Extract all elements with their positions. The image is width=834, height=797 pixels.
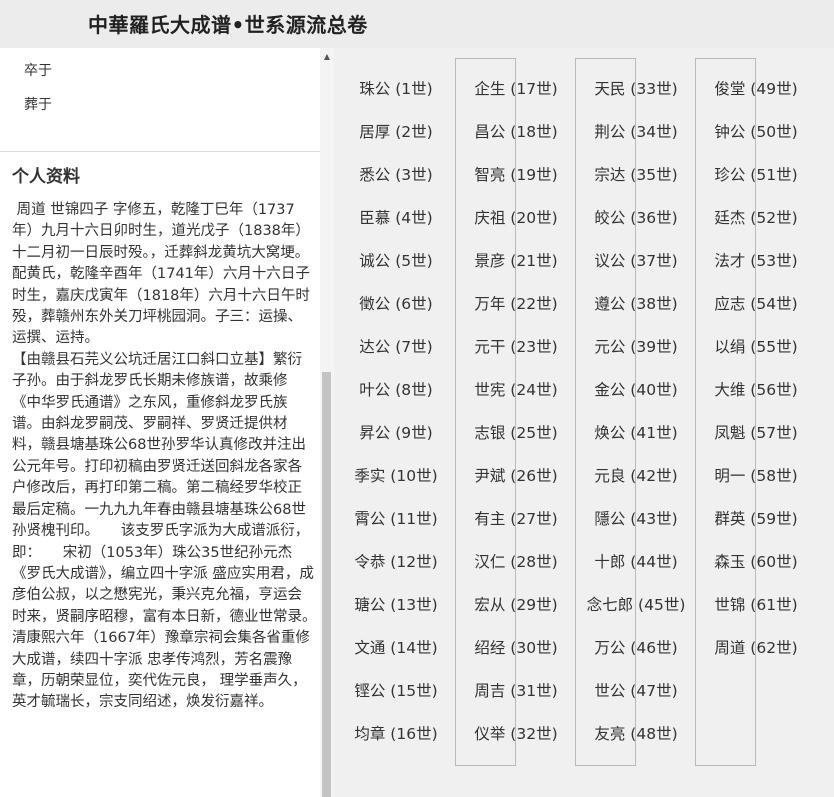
generation-link[interactable]: 世公 (47世): [576, 670, 696, 713]
generation-link[interactable]: 俊堂 (49世): [696, 68, 816, 111]
generation-link[interactable]: 均章 (16世): [336, 713, 456, 756]
generation-link[interactable]: 法才 (53世): [696, 240, 816, 283]
app-header: 中華羅氏大成谱•世系源流总卷: [0, 0, 834, 48]
generation-link[interactable]: 万公 (46世): [576, 627, 696, 670]
generation-link[interactable]: 诚公 (5世): [336, 240, 456, 283]
generation-link[interactable]: 徵公 (6世): [336, 283, 456, 326]
generation-link[interactable]: 廷杰 (52世): [696, 197, 816, 240]
generation-column: 俊堂 (49世) 钟公 (50世) 珍公 (51世) 廷杰 (52世) 法才 (53世)…: [696, 68, 816, 670]
section-divider: [0, 151, 320, 152]
generation-link[interactable]: 议公 (37世): [576, 240, 696, 283]
generation-link[interactable]: 铿公 (15世): [336, 670, 456, 713]
generation-link[interactable]: 有主 (27世): [456, 498, 576, 541]
generation-link[interactable]: 瑭公 (13世): [336, 584, 456, 627]
generation-link[interactable]: 荆公 (34世): [576, 111, 696, 154]
generation-link[interactable]: 汉仁 (28世): [456, 541, 576, 584]
generation-link[interactable]: 友亮 (48世): [576, 713, 696, 756]
generation-link[interactable]: 元干 (23世): [456, 326, 576, 369]
generation-link[interactable]: 念七郎 (45世): [576, 584, 696, 627]
generation-link[interactable]: 企生 (17世): [456, 68, 576, 111]
generation-link[interactable]: 金公 (40世): [576, 369, 696, 412]
person-detail-panel: 卒于 葬于 个人资料 周道 世锦四子 字修五，乾隆丁巳年（1737年）九月十六日…: [0, 48, 320, 797]
generation-link[interactable]: 群英 (59世): [696, 498, 816, 541]
generation-column: 天民 (33世) 荆公 (34世) 宗达 (35世) 皎公 (36世) 议公 (37世)…: [576, 68, 696, 756]
generation-column: 珠公 (1世) 居厚 (2世) 悉公 (3世) 臣慕 (4世) 诚公 (5世) 徵公 (6…: [336, 68, 456, 756]
generation-link[interactable]: 昌公 (18世): [456, 111, 576, 154]
generation-lineage-panel: 珠公 (1世) 居厚 (2世) 悉公 (3世) 臣慕 (4世) 诚公 (5世) 徵公 (6…: [334, 48, 834, 797]
scrollbar-thumb[interactable]: [322, 372, 331, 797]
profile-heading: 个人资料: [12, 167, 80, 187]
generation-link[interactable]: 季实 (10世): [336, 455, 456, 498]
generation-link[interactable]: 悉公 (3世): [336, 154, 456, 197]
generation-link[interactable]: 明一 (58世): [696, 455, 816, 498]
generation-link[interactable]: 周吉 (31世): [456, 670, 576, 713]
generation-column: 企生 (17世) 昌公 (18世) 智亮 (19世) 庆祖 (20世) 景彦 (21世)…: [456, 68, 576, 756]
generation-link[interactable]: 令恭 (12世): [336, 541, 456, 584]
generation-link[interactable]: 志银 (25世): [456, 412, 576, 455]
generation-link[interactable]: 天民 (33世): [576, 68, 696, 111]
generation-link[interactable]: 周道 (62世): [696, 627, 816, 670]
generation-link[interactable]: 凤魁 (57世): [696, 412, 816, 455]
generation-link[interactable]: 遵公 (38世): [576, 283, 696, 326]
generation-link[interactable]: 昇公 (9世): [336, 412, 456, 455]
generation-link[interactable]: 智亮 (19世): [456, 154, 576, 197]
death-label: 卒于: [24, 63, 52, 79]
profile-bio-text: 周道 世锦四子 字修五，乾隆丁巳年（1737年）九月十六日卯时生，道光戊子（18…: [12, 202, 314, 711]
generation-link[interactable]: 世宪 (24世): [456, 369, 576, 412]
generation-link[interactable]: 庆祖 (20世): [456, 197, 576, 240]
generation-link[interactable]: 宗达 (35世): [576, 154, 696, 197]
generation-link[interactable]: 焕公 (41世): [576, 412, 696, 455]
generation-link[interactable]: 居厚 (2世): [336, 111, 456, 154]
generation-link[interactable]: 元公 (39世): [576, 326, 696, 369]
burial-label: 葬于: [24, 97, 52, 113]
generation-link[interactable]: 景彦 (21世): [456, 240, 576, 283]
generation-link[interactable]: 皎公 (36世): [576, 197, 696, 240]
generation-link[interactable]: 应志 (54世): [696, 283, 816, 326]
generation-link[interactable]: 宏从 (29世): [456, 584, 576, 627]
generation-link[interactable]: 森玉 (60世): [696, 541, 816, 584]
generation-link[interactable]: 钟公 (50世): [696, 111, 816, 154]
generation-link[interactable]: 十郎 (44世): [576, 541, 696, 584]
page-title: 中華羅氏大成谱•世系源流总卷: [88, 13, 368, 37]
generation-link[interactable]: 绍经 (30世): [456, 627, 576, 670]
generation-link[interactable]: 仪举 (32世): [456, 713, 576, 756]
scroll-up-arrow-icon[interactable]: ▲: [322, 52, 332, 62]
generation-link[interactable]: 大维 (56世): [696, 369, 816, 412]
generation-link[interactable]: 世锦 (61世): [696, 584, 816, 627]
generation-link[interactable]: 珠公 (1世): [336, 68, 456, 111]
generation-link[interactable]: 元良 (42世): [576, 455, 696, 498]
generation-link[interactable]: 隱公 (43世): [576, 498, 696, 541]
generation-link[interactable]: 达公 (7世): [336, 326, 456, 369]
generation-link[interactable]: 臣慕 (4世): [336, 197, 456, 240]
generation-link[interactable]: 叶公 (8世): [336, 369, 456, 412]
generation-link[interactable]: 以绢 (55世): [696, 326, 816, 369]
generation-link[interactable]: 文通 (14世): [336, 627, 456, 670]
generation-link[interactable]: 尹斌 (26世): [456, 455, 576, 498]
generation-link[interactable]: 万年 (22世): [456, 283, 576, 326]
generation-link[interactable]: 霄公 (11世): [336, 498, 456, 541]
generation-link[interactable]: 珍公 (51世): [696, 154, 816, 197]
